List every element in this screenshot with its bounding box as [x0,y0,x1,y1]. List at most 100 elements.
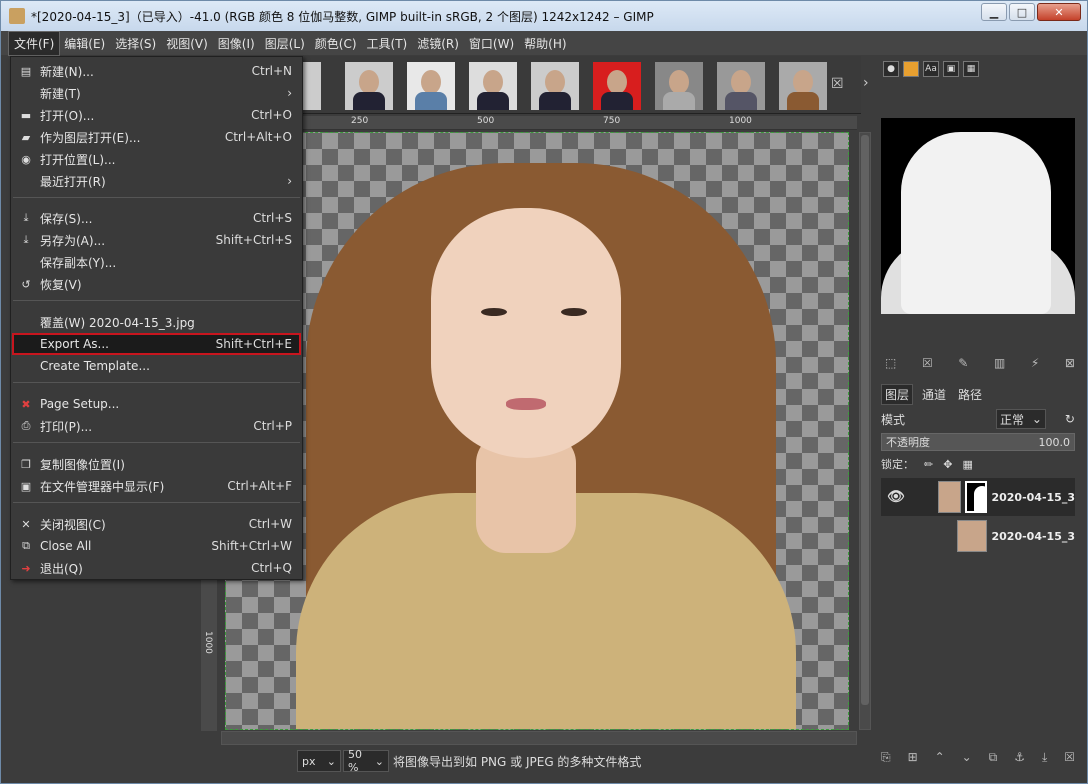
opacity-slider[interactable]: 不透明度 100.0 [881,433,1075,451]
tab-channels[interactable]: 通道 [919,385,949,404]
menu-item-quit[interactable]: ➜ 退出(Q) Ctrl+Q [12,557,301,579]
horizontal-scrollbar[interactable] [221,731,857,745]
page-setup-icon: ✖ [21,397,31,411]
close-all-icon: ⧉ [22,539,30,552]
lock-position-icon[interactable]: ✥ [943,458,952,471]
pattern-icon[interactable]: ▣ [943,61,959,77]
menu-item-label: 新建(T) [40,86,81,101]
menu-bar: 文件(F) 编辑(E) 选择(S) 视图(V) 图像(I) 图层(L) 颜色(C… [1,30,1087,56]
mode-select[interactable]: 正常 ⌄ [995,409,1046,429]
menu-item-create[interactable]: 新建(T) › [12,82,301,104]
maximize-button[interactable]: □ [1009,3,1035,21]
font-icon[interactable]: Aa [923,61,939,77]
menu-filters[interactable]: 滤镜(R) [412,32,464,55]
document-history-icon[interactable]: ▦ [963,61,979,77]
merge-layer-icon[interactable]: ⤓ [1042,750,1047,765]
menu-help[interactable]: 帮助(H) [519,32,571,55]
lock-pixels-icon[interactable]: ✏ [924,458,933,471]
menu-image[interactable]: 图像(I) [213,32,260,55]
menu-item-overwrite[interactable]: 覆盖(W) 2020-04-15_3.jpg [12,311,301,333]
image-tab-thumbnail-active[interactable] [779,62,827,110]
preview-tools: ⬚ ☒ ✎ ▥ ⚡ ⊠ [885,356,1075,370]
layer-name[interactable]: 2020-04-15_3 [991,530,1075,543]
menu-item-label: 保存副本(Y)... [40,255,117,270]
minimize-button[interactable]: ▁ [981,3,1007,21]
menu-select[interactable]: 选择(S) [110,32,161,55]
menu-item-open[interactable]: ▬ 打开(O)... Ctrl+O [12,104,301,126]
menu-item-open-location[interactable]: ◉ 打开位置(L)... [12,148,301,170]
lower-layer-icon[interactable]: ⌄ [962,750,972,765]
menu-item-open-as-layer[interactable]: ▰ 作为图层打开(E)... Ctrl+Alt+O [12,126,301,148]
select-icon[interactable]: ⬚ [885,356,896,370]
lock-row: 锁定： ✏ ✥ ▦ [881,455,1075,473]
close-icon[interactable]: ☒ [922,356,933,370]
menu-tools[interactable]: 工具(T) [362,32,413,55]
menu-item-label: 覆盖(W) 2020-04-15_3.jpg [40,315,195,330]
layer-mask-thumbnail[interactable] [964,481,988,513]
menu-item-revert[interactable]: ↺ 恢复(V) [12,273,301,295]
menu-item-shortcut: Ctrl+W [248,517,292,531]
ruler-tick: 1000 [729,116,752,126]
unit-select[interactable]: px ⌄ [297,750,341,772]
menu-item-page-setup[interactable]: ✖ Page Setup... [12,393,301,415]
wand-icon[interactable]: ⚡ [1031,356,1039,370]
menu-item-close-all[interactable]: ⧉ Close All Shift+Ctrl+W [12,535,301,557]
anchor-layer-icon[interactable]: ⚓ [1014,750,1025,765]
gradient-icon[interactable] [903,61,919,77]
menu-item-recent[interactable]: 最近打开(R) › [12,170,301,192]
close-button[interactable]: ✕ [1037,3,1081,21]
close-tab-icon[interactable]: ☒ [831,76,844,92]
menu-item-print[interactable]: ⎙ 打印(P)... Ctrl+P [12,415,301,437]
image-tab-thumbnail[interactable] [469,62,517,110]
menu-item-copy-location[interactable]: ❐ 复制图像位置(I) [12,453,301,475]
zoom-select[interactable]: 50 % ⌄ [343,748,389,774]
layer-tools: ⎘ ⊞ ⌃ ⌄ ⧉ ⚓ ⤓ ☒ [881,750,1075,765]
vertical-scrollbar[interactable] [859,132,871,730]
image-tab-thumbnail[interactable] [301,62,321,110]
image-tab-thumbnail[interactable] [717,62,765,110]
menu-colors[interactable]: 颜色(C) [310,32,362,55]
scrollbar-thumb[interactable] [861,135,869,705]
tabs-scroll-right-icon[interactable]: › [863,75,869,91]
image-tab-thumbnail[interactable] [345,62,393,110]
menu-edit[interactable]: 编辑(E) [59,32,110,55]
menu-item-save[interactable]: ⤓ 保存(S)... Ctrl+S [12,207,301,229]
layer-row[interactable]: 2020-04-15_3 [881,517,1075,555]
brush-icon[interactable]: ● [883,61,899,77]
menu-item-new[interactable]: ▤ 新建(N)... Ctrl+N [12,60,301,82]
menu-item-label: 打开位置(L)... [40,152,116,167]
edit-icon[interactable]: ✎ [958,356,968,370]
menu-item-shortcut: Ctrl+Alt+F [227,479,292,493]
new-layer-icon[interactable]: ⎘ [881,750,891,765]
reset-icon[interactable]: ⊠ [1065,356,1075,370]
menu-item-close-view[interactable]: ✕ 关闭视图(C) Ctrl+W [12,513,301,535]
menu-layer[interactable]: 图层(L) [260,32,310,55]
image-tab-thumbnail[interactable] [655,62,703,110]
menu-item-export-as[interactable]: Export As... Shift+Ctrl+E [12,333,301,355]
grid-icon[interactable]: ▥ [994,356,1005,370]
delete-layer-icon[interactable]: ☒ [1064,750,1075,765]
menu-file[interactable]: 文件(F) [7,30,61,56]
image-canvas[interactable] [225,132,849,730]
tab-paths[interactable]: 路径 [955,385,985,404]
menu-item-save-copy[interactable]: 保存副本(Y)... [12,251,301,273]
image-tab-thumbnail[interactable] [407,62,455,110]
lock-alpha-icon[interactable]: ▦ [962,458,972,471]
image-tab-thumbnail[interactable] [531,62,579,110]
zoom-value: 50 % [348,748,362,774]
menu-item-create-template[interactable]: Create Template... [12,355,301,377]
menu-view[interactable]: 视图(V) [161,32,213,55]
eye-icon[interactable]: 👁 [887,489,905,505]
reset-mode-icon[interactable]: ↻ [1065,412,1075,426]
menu-windows[interactable]: 窗口(W) [464,32,519,55]
layer-name[interactable]: 2020-04-15_3 [991,491,1075,504]
menu-item-save-as[interactable]: ⤓ 另存为(A)... Shift+Ctrl+S [12,229,301,251]
tab-layers[interactable]: 图层 [881,383,914,405]
raise-layer-icon[interactable]: ⌃ [935,750,945,765]
layer-mask-preview [881,118,1075,314]
duplicate-layer-icon[interactable]: ⧉ [989,750,998,765]
image-tab-thumbnail[interactable] [593,62,641,110]
layer-row[interactable]: 👁 2020-04-15_3 [881,478,1075,516]
new-group-icon[interactable]: ⊞ [908,750,918,765]
menu-item-show-in-file-manager[interactable]: ▣ 在文件管理器中显示(F) Ctrl+Alt+F [12,475,301,497]
